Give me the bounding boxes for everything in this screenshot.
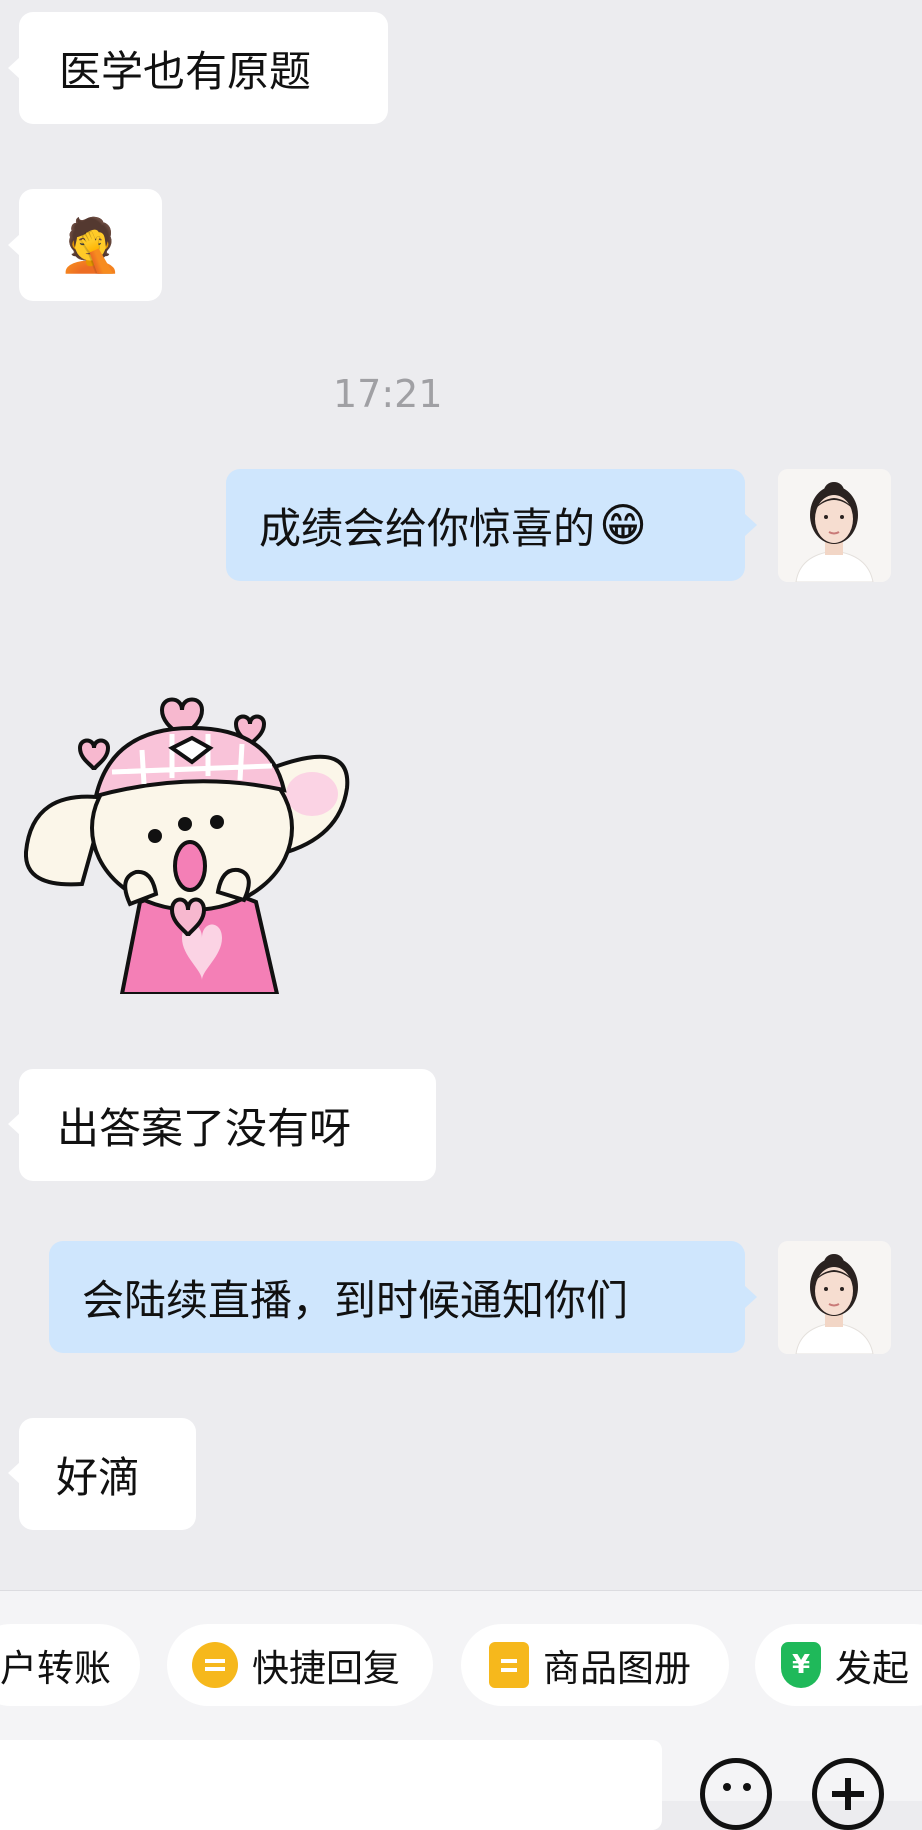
add-button[interactable] (812, 1758, 884, 1830)
grin-emoji-icon: 😁 (599, 498, 647, 552)
avatar[interactable] (778, 469, 891, 582)
message-bubble[interactable]: 🤦 (19, 189, 162, 301)
chip-label: 快捷回复 (252, 1647, 400, 1690)
bubble-tail (745, 514, 757, 536)
message-bubble[interactable]: 好滴 (19, 1418, 196, 1530)
payment-shield-icon: ¥ (781, 1642, 821, 1688)
plus-icon-vertical (845, 1778, 851, 1810)
message-bubble[interactable]: 医学也有原题 (19, 12, 388, 124)
message-bubble[interactable]: 成绩会给你惊喜的 😁 (226, 469, 745, 581)
bubble-tail (745, 1286, 757, 1308)
sticker-message[interactable] (22, 688, 367, 996)
catalog-icon (489, 1642, 529, 1688)
message-text: 会陆续直播，到时候通知你们 (82, 1275, 629, 1325)
emoji-face-icon (723, 1783, 731, 1791)
chip-label: 商品图册 (543, 1647, 691, 1690)
message-text: 出答案了没有呀 (57, 1103, 352, 1153)
catalog-chip[interactable]: 商品图册 (461, 1624, 729, 1706)
message-bubble[interactable]: 会陆续直播，到时候通知你们 (49, 1241, 745, 1353)
facepalm-emoji-icon: 🤦 (58, 215, 123, 276)
chip-label: 户转账 (0, 1647, 111, 1690)
payment-chip[interactable]: ¥ 发起 (755, 1624, 922, 1706)
emoji-button[interactable] (700, 1758, 772, 1830)
message-text: 好滴 (56, 1452, 141, 1502)
message-bubble[interactable]: 出答案了没有呀 (19, 1069, 436, 1181)
transfer-chip[interactable]: 户转账 (0, 1624, 140, 1706)
avatar[interactable] (778, 1241, 891, 1354)
chip-label: 发起 (835, 1647, 909, 1690)
message-timestamp: 17:21 (333, 372, 443, 416)
message-input[interactable] (0, 1740, 662, 1830)
message-text: 医学也有原题 (59, 46, 312, 96)
quick-reply-icon (192, 1642, 238, 1688)
message-text: 成绩会给你惊喜的 (259, 503, 596, 553)
pink-hat-puppy-sticker-icon (23, 697, 350, 996)
quick-reply-chip[interactable]: 快捷回复 (167, 1624, 433, 1706)
